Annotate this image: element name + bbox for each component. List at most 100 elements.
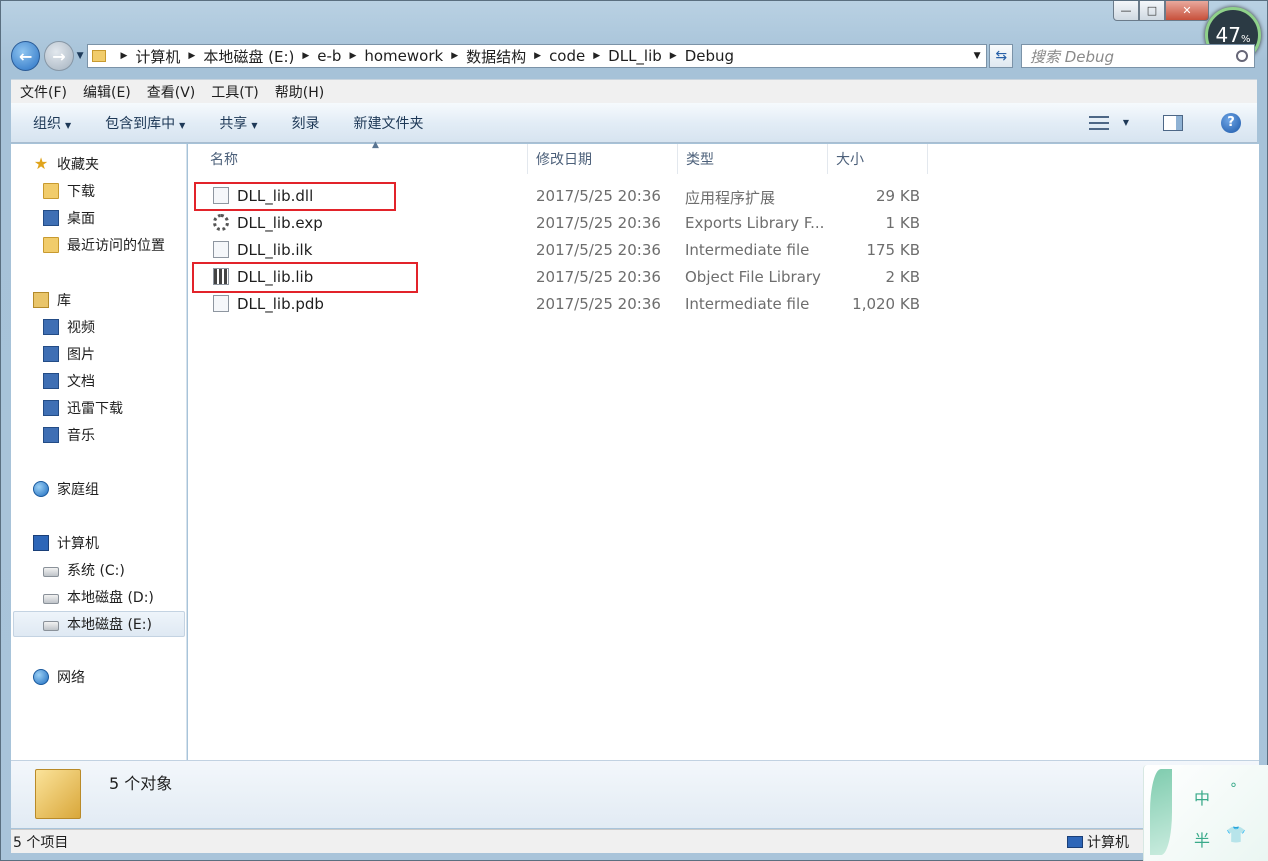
file-date: 2017/5/25 20:36	[536, 241, 661, 259]
nav-desktop[interactable]: 桌面	[43, 206, 95, 230]
column-header-date[interactable]: 修改日期	[528, 144, 678, 174]
network-icon	[33, 669, 49, 685]
file-name: DLL_lib.exp	[237, 214, 323, 232]
nav-xunlei[interactable]: 迅雷下载	[43, 396, 123, 420]
nav-documents[interactable]: 文档	[43, 369, 95, 393]
nav-computer[interactable]: 计算机	[33, 531, 99, 555]
ime-skin-icon[interactable]: 👕	[1226, 825, 1246, 844]
file-name: DLL_lib.pdb	[237, 295, 324, 313]
close-button[interactable]: ✕	[1165, 1, 1209, 21]
nav-label: 网络	[57, 670, 85, 686]
burn-button[interactable]: 刻录	[291, 113, 319, 133]
organize-label: 组织	[33, 115, 61, 132]
chevron-right-icon[interactable]: ▶	[593, 51, 600, 61]
nav-drive-d[interactable]: 本地磁盘 (D:)	[43, 585, 154, 609]
chevron-down-icon: ▼	[251, 120, 258, 130]
chevron-right-icon[interactable]: ▶	[188, 51, 195, 61]
menu-tools[interactable]: 工具(T)	[211, 82, 258, 102]
breadcrumb-item[interactable]: homework	[364, 47, 443, 65]
chevron-right-icon[interactable]: ▶	[302, 51, 309, 61]
nav-network[interactable]: 网络	[33, 665, 85, 689]
search-input[interactable]: 搜索 Debug	[1020, 44, 1255, 68]
sort-ascending-icon: ▲	[372, 140, 379, 150]
nav-libraries[interactable]: 库	[33, 288, 71, 312]
refresh-button[interactable]: ⇆	[989, 44, 1013, 68]
menu-file[interactable]: 文件(F)	[20, 82, 67, 102]
nav-label: 本地磁盘 (E:)	[67, 617, 152, 633]
column-header-name[interactable]: 名称 ▲	[202, 140, 528, 174]
search-icon[interactable]	[1236, 50, 1248, 62]
nav-pictures[interactable]: 图片	[43, 342, 95, 366]
nav-label: 最近访问的位置	[67, 238, 165, 254]
chevron-right-icon[interactable]: ▶	[120, 51, 127, 61]
file-size: 29 KB	[876, 187, 920, 205]
views-dropdown-icon[interactable]: ▼	[1123, 118, 1129, 127]
homegroup-icon	[33, 481, 49, 497]
ime-chinese-mode-button[interactable]: 中	[1194, 785, 1210, 809]
breadcrumb-item[interactable]: Debug	[685, 47, 734, 65]
status-bar: 5 个项目 计算机	[11, 829, 1259, 853]
file-name: DLL_lib.ilk	[237, 241, 313, 259]
music-library-icon	[43, 427, 59, 443]
navigation-pane: ★ 收藏夹 下载 桌面 最近访问的位置 库 视频 图片 文档 迅雷下载 音乐 家庭…	[11, 144, 187, 760]
chevron-right-icon[interactable]: ▶	[451, 51, 458, 61]
column-header-type[interactable]: 类型	[678, 144, 828, 174]
breadcrumb-item[interactable]: code	[549, 47, 585, 65]
share-button[interactable]: 共享 ▼	[219, 113, 257, 133]
file-row[interactable]: DLL_lib.pdb 2017/5/25 20:36 Intermediate…	[188, 291, 948, 318]
minimize-button[interactable]: —	[1113, 1, 1139, 21]
help-icon[interactable]: ?	[1221, 112, 1241, 133]
menu-help[interactable]: 帮助(H)	[275, 82, 324, 102]
nav-music[interactable]: 音乐	[43, 423, 95, 447]
breadcrumb-item[interactable]: DLL_lib	[608, 47, 662, 65]
column-header-size[interactable]: 大小	[828, 144, 928, 174]
drive-icon	[43, 621, 59, 631]
file-size: 2 KB	[885, 268, 920, 286]
chevron-right-icon[interactable]: ▶	[670, 51, 677, 61]
chevron-right-icon[interactable]: ▶	[534, 51, 541, 61]
chevron-right-icon[interactable]: ▶	[349, 51, 356, 61]
preview-pane-icon[interactable]	[1163, 114, 1183, 131]
nav-homegroup[interactable]: 家庭组	[33, 477, 99, 501]
nav-label: 迅雷下载	[67, 401, 123, 417]
nav-videos[interactable]: 视频	[43, 315, 95, 339]
view-options-icon[interactable]	[1088, 115, 1109, 130]
address-row: ← → ▼ ▶ 计算机 ▶ 本地磁盘 (E:) ▶ e-b ▶ homework…	[11, 39, 1255, 73]
address-bar[interactable]: ▶ 计算机 ▶ 本地磁盘 (E:) ▶ e-b ▶ homework ▶ 数据结…	[87, 44, 988, 68]
column-label: 名称	[210, 152, 238, 168]
file-row[interactable]: DLL_lib.exp 2017/5/25 20:36 Exports Libr…	[188, 210, 948, 237]
history-dropdown-icon[interactable]: ▼	[77, 51, 84, 61]
breadcrumb-item[interactable]: e-b	[317, 47, 341, 65]
nav-downloads[interactable]: 下载	[43, 179, 95, 203]
menu-view[interactable]: 查看(V)	[147, 82, 196, 102]
file-type: Object File Library	[685, 268, 821, 286]
include-in-library-button[interactable]: 包含到库中 ▼	[105, 113, 185, 133]
breadcrumb-item[interactable]: 计算机	[135, 46, 180, 67]
back-button[interactable]: ←	[11, 41, 41, 71]
address-dropdown-icon[interactable]: ▼	[968, 51, 987, 61]
new-folder-button[interactable]: 新建文件夹	[353, 113, 423, 133]
breadcrumb-item[interactable]: 本地磁盘 (E:)	[203, 46, 294, 67]
drive-icon	[43, 594, 59, 604]
system-drive-icon	[43, 567, 59, 577]
file-size: 1,020 KB	[852, 295, 920, 313]
nav-drive-c[interactable]: 系统 (C:)	[43, 558, 125, 582]
computer-icon	[33, 535, 49, 551]
organize-button[interactable]: 组织 ▼	[33, 113, 71, 133]
share-label: 共享	[219, 115, 248, 132]
nav-recent[interactable]: 最近访问的位置	[43, 233, 165, 257]
file-row[interactable]: DLL_lib.ilk 2017/5/25 20:36 Intermediate…	[188, 237, 948, 264]
column-label: 大小	[836, 152, 864, 168]
breadcrumb-item[interactable]: 数据结构	[466, 46, 526, 67]
nav-drive-e[interactable]: 本地磁盘 (E:)	[13, 611, 185, 637]
nav-label: 文档	[67, 374, 95, 390]
nav-favorites[interactable]: ★ 收藏夹	[33, 152, 99, 176]
menu-edit[interactable]: 编辑(E)	[83, 82, 131, 102]
maximize-button[interactable]: □	[1139, 1, 1165, 21]
file-size: 1 KB	[885, 214, 920, 232]
ime-toolbar[interactable]: 中 ° 半 👕	[1143, 765, 1268, 861]
file-date: 2017/5/25 20:36	[536, 187, 661, 205]
ime-halfwidth-button[interactable]: 半	[1194, 827, 1210, 851]
forward-button[interactable]: →	[44, 41, 74, 71]
ime-punctuation-button[interactable]: °	[1230, 781, 1237, 797]
